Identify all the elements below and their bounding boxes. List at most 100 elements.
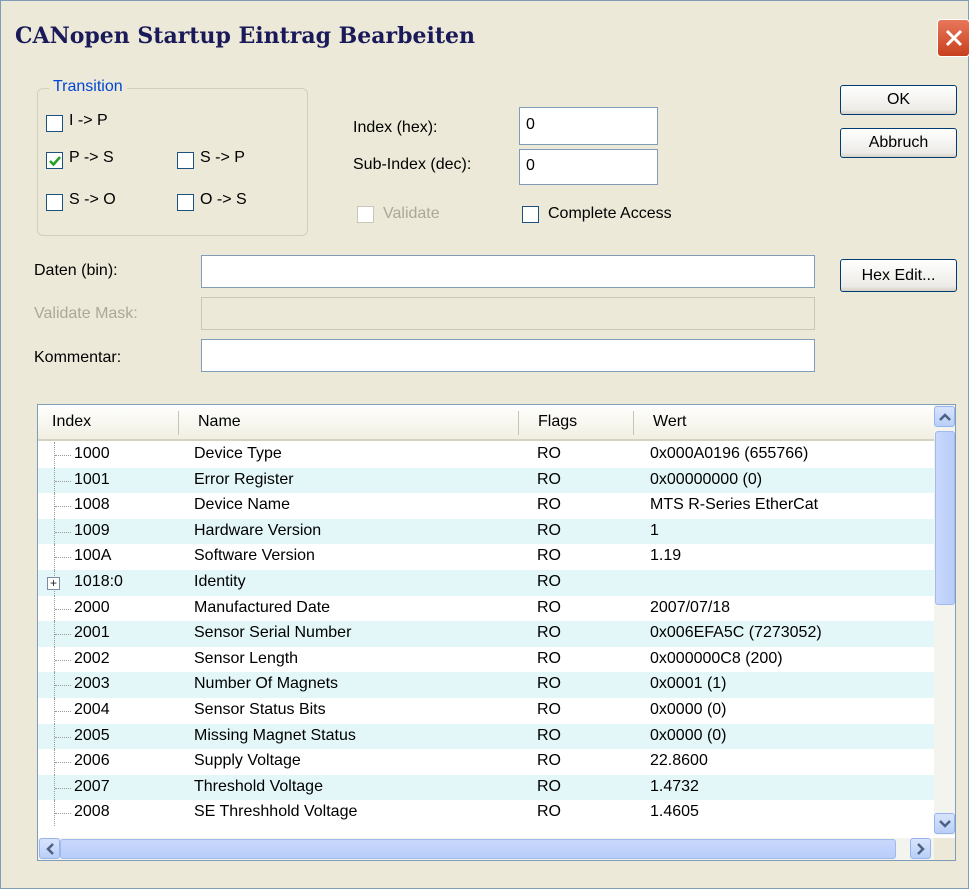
horizontal-scroll-thumb[interactable] <box>60 839 896 859</box>
row-flags: RO <box>537 752 561 770</box>
object-list[interactable]: Index Name Flags Wert 1000 Device Type RO 0… <box>37 404 956 861</box>
tree-branch <box>55 506 71 508</box>
title-bar: CANopen Startup Eintrag Bearbeiten <box>1 1 969 77</box>
row-index: 2004 <box>74 700 110 718</box>
cancel-button[interactable]: Abbruch <box>840 128 957 158</box>
tree-branch <box>55 659 71 661</box>
row-name: SE Threshhold Voltage <box>194 803 358 821</box>
table-row[interactable]: 2008 SE Threshhold Voltage RO 1.4605 <box>38 800 934 826</box>
column-value[interactable]: Wert <box>653 413 686 431</box>
tree-branch <box>55 634 71 636</box>
checkbox-s-p-label: S -> P <box>200 149 245 166</box>
index-input[interactable]: 0 <box>519 107 658 145</box>
table-row[interactable]: 2003 Number Of Magnets RO 0x0001 (1) <box>38 672 934 698</box>
vertical-scrollbar[interactable] <box>934 405 955 835</box>
row-value: 2007/07/18 <box>650 598 731 616</box>
table-row[interactable]: 1000 Device Type RO 0x000A0196 (655766) <box>38 442 934 468</box>
expand-icon[interactable]: + <box>47 576 60 590</box>
checkbox-s-o[interactable] <box>46 194 63 211</box>
tree-branch <box>55 685 71 687</box>
chevron-right-icon <box>917 843 925 855</box>
column-index[interactable]: Index <box>52 413 91 431</box>
checkbox-s-o-label: S -> O <box>69 191 116 208</box>
row-name: Device Type <box>194 445 282 462</box>
table-row[interactable]: 2006 Supply Voltage RO 22.8600 <box>38 749 934 775</box>
row-name: Sensor Length <box>194 649 299 667</box>
checkbox-i-p[interactable] <box>46 115 63 132</box>
complete-access-checkbox[interactable] <box>522 206 539 223</box>
row-flags: RO <box>537 624 561 642</box>
scroll-left-button[interactable] <box>39 838 60 859</box>
list-rows: 1000 Device Type RO 0x000A0196 (655766) 1001… <box>38 442 934 826</box>
row-value: 0x000A0196 (655766) <box>650 445 809 462</box>
chevron-left-icon <box>46 843 54 855</box>
comment-label: Kommentar: <box>34 349 122 366</box>
row-name: Hardware Version <box>194 521 322 539</box>
row-index: 2005 <box>74 726 110 744</box>
row-value: 0x00000000 (0) <box>650 470 763 488</box>
hex-edit-button[interactable]: Hex Edit... <box>840 259 957 292</box>
tree-branch <box>55 608 71 610</box>
scroll-up-button[interactable] <box>934 406 955 427</box>
row-name: Sensor Serial Number <box>194 624 352 642</box>
table-row[interactable]: 1001 Error Register RO 0x00000000 (0) <box>38 467 934 494</box>
table-row[interactable]: 1009 Hardware Version RO 1 <box>38 518 934 545</box>
row-name: Manufactured Date <box>194 598 331 616</box>
row-name: Missing Magnet Status <box>194 726 356 744</box>
checkmark-icon <box>49 156 61 167</box>
table-row[interactable]: 2005 Missing Magnet Status RO 0x0000 (0) <box>38 723 934 750</box>
checkbox-s-p[interactable] <box>177 152 194 169</box>
column-separator[interactable] <box>633 411 634 435</box>
row-flags: RO <box>537 521 561 539</box>
table-row[interactable]: 2007 Threshold Voltage RO 1.4732 <box>38 774 934 801</box>
column-separator[interactable] <box>518 411 519 435</box>
scroll-right-button[interactable] <box>910 838 931 859</box>
data-label: Daten (bin): <box>34 262 118 279</box>
subindex-label: Sub-Index (dec): <box>353 156 472 173</box>
row-index: 2008 <box>74 803 110 821</box>
row-name: Threshold Voltage <box>194 777 323 795</box>
tree-branch <box>55 813 71 815</box>
validate-checkbox[interactable] <box>357 206 374 223</box>
row-flags: RO <box>537 649 561 667</box>
tree-branch <box>55 736 71 738</box>
row-index: 2001 <box>74 624 110 642</box>
close-icon <box>945 29 963 47</box>
row-index: 2000 <box>74 598 110 616</box>
row-flags: RO <box>537 700 561 718</box>
row-flags: RO <box>537 726 561 744</box>
checkbox-i-p-label: I -> P <box>69 112 108 129</box>
column-name[interactable]: Name <box>198 413 241 431</box>
tree-branch <box>55 480 71 482</box>
row-value: 1.19 <box>650 547 682 565</box>
checkbox-p-s[interactable] <box>46 152 63 169</box>
table-row[interactable]: 1008 Device Name RO MTS R-Series EtherCat <box>38 493 934 519</box>
checkbox-o-s[interactable] <box>177 194 194 211</box>
horizontal-scrollbar[interactable] <box>38 838 934 860</box>
table-row[interactable]: 2001 Sensor Serial Number RO 0x006EFA5C (72… <box>38 621 934 647</box>
subindex-input[interactable]: 0 <box>519 149 658 185</box>
close-button[interactable] <box>937 19 969 57</box>
dialog-window: CANopen Startup Eintrag Bearbeiten Trans… <box>0 0 969 889</box>
comment-input[interactable] <box>201 339 815 372</box>
data-input[interactable] <box>201 255 815 288</box>
table-row[interactable]: 2000 Manufactured Date RO 2007/07/18 <box>38 595 934 622</box>
tree-branch <box>55 787 71 789</box>
row-index: 1008 <box>74 496 110 514</box>
vertical-scroll-thumb[interactable] <box>935 431 955 605</box>
row-index: 2003 <box>74 675 110 693</box>
table-row[interactable]: 100A Software Version RO 1.19 <box>38 544 934 570</box>
row-flags: RO <box>537 547 561 565</box>
table-row[interactable]: 2002 Sensor Length RO 0x000000C8 (200) <box>38 646 934 673</box>
table-row[interactable]: +1018:0 Identity RO <box>38 569 934 596</box>
row-flags: RO <box>537 675 561 693</box>
table-row[interactable]: 2004 Sensor Status Bits RO 0x0000 (0) <box>38 697 934 724</box>
column-separator[interactable] <box>178 411 179 435</box>
row-value: 0x0000 (0) <box>650 700 727 718</box>
index-label: Index (hex): <box>353 119 438 136</box>
row-value: 1 <box>650 521 659 539</box>
column-flags[interactable]: Flags <box>538 413 577 431</box>
chevron-down-icon <box>939 820 951 828</box>
scroll-down-button[interactable] <box>934 813 955 834</box>
ok-button[interactable]: OK <box>840 85 957 115</box>
